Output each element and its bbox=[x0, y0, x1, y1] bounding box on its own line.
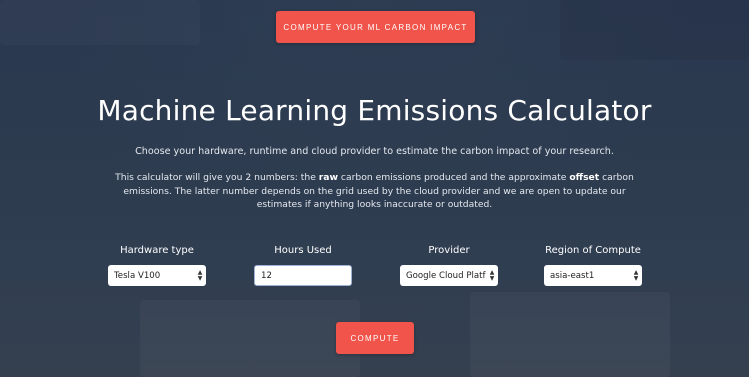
up-down-arrows-icon: ▲ ▼ bbox=[197, 268, 203, 282]
description-text: carbon emissions produced and the approx… bbox=[338, 172, 570, 183]
compute-carbon-impact-button[interactable]: COMPUTE YOUR ML CARBON IMPACT bbox=[276, 11, 475, 43]
up-down-arrows-icon: ▲ ▼ bbox=[633, 268, 639, 282]
up-down-arrows-icon: ▲ ▼ bbox=[489, 268, 495, 282]
hardware-type-select[interactable]: Tesla V100 ▲ ▼ bbox=[108, 265, 206, 286]
calculator-description: This calculator will give you 2 numbers:… bbox=[114, 171, 635, 212]
background-shape bbox=[560, 0, 749, 60]
description-raw-emphasis: raw bbox=[318, 172, 338, 183]
provider-label: Provider bbox=[428, 245, 470, 256]
page-title: Machine Learning Emissions Calculator bbox=[97, 94, 652, 127]
hours-used-label: Hours Used bbox=[274, 245, 332, 256]
description-text: This calculator will give you 2 numbers:… bbox=[115, 172, 319, 183]
provider-value: Google Cloud Platform bbox=[406, 270, 486, 281]
region-of-compute-label: Region of Compute bbox=[545, 245, 641, 256]
region-of-compute-value: asia-east1 bbox=[550, 270, 595, 281]
provider-select[interactable]: Google Cloud Platform ▲▼ bbox=[400, 265, 498, 286]
compute-button[interactable]: COMPUTE bbox=[336, 322, 414, 354]
hours-used-input[interactable]: 12 bbox=[254, 265, 352, 286]
description-offset-emphasis: offset bbox=[569, 172, 600, 183]
hardware-type-value: Tesla V100 bbox=[114, 270, 161, 281]
hours-used-value: 12 bbox=[261, 270, 272, 281]
background-shape bbox=[140, 300, 360, 377]
page-subtitle: Choose your hardware, runtime and cloud … bbox=[135, 146, 614, 157]
background-shape bbox=[470, 292, 670, 377]
region-of-compute-select[interactable]: asia-east1 ▲ ▼ bbox=[544, 265, 642, 286]
background-shape bbox=[0, 0, 200, 45]
hardware-type-label: Hardware type bbox=[120, 245, 194, 256]
